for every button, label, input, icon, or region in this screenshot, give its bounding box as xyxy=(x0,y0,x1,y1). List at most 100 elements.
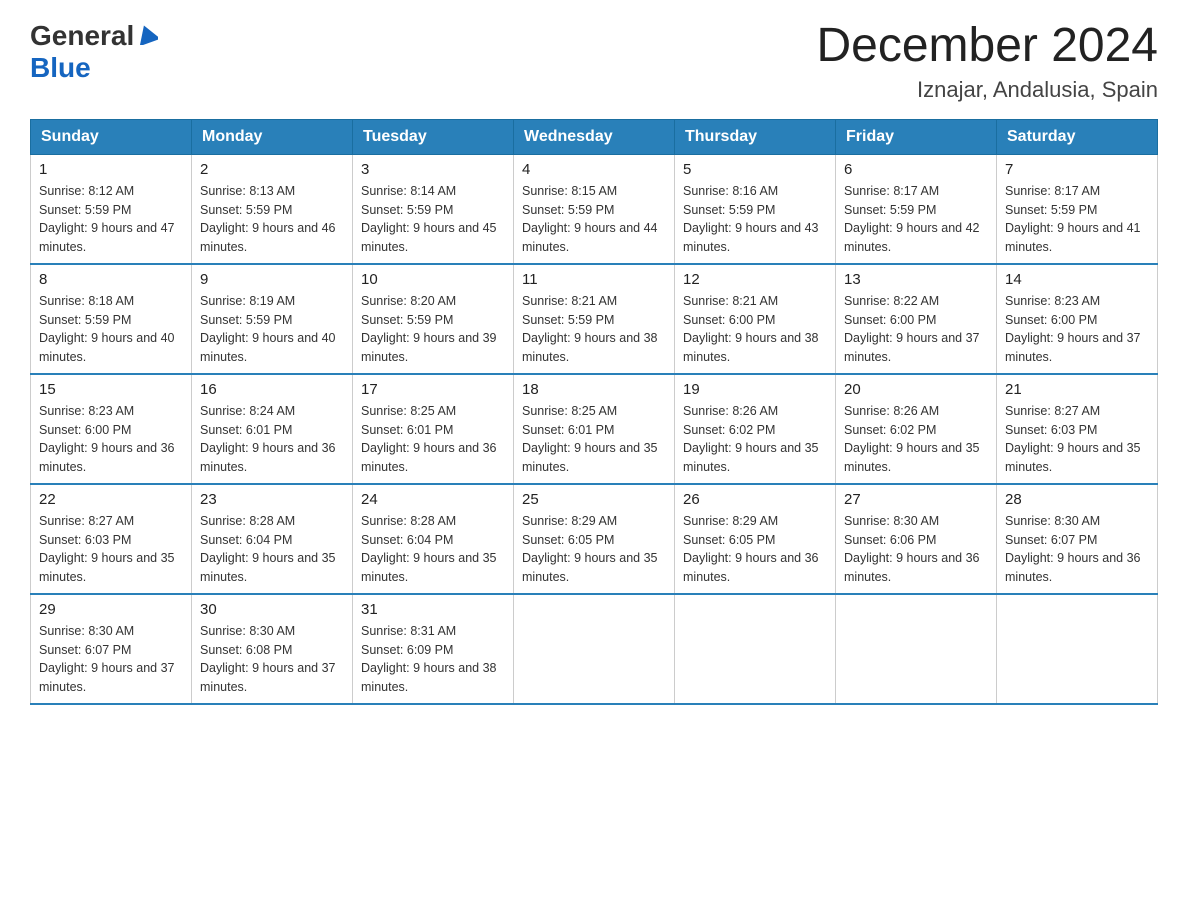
table-row: 23 Sunrise: 8:28 AM Sunset: 6:04 PM Dayl… xyxy=(192,484,353,594)
day-number: 12 xyxy=(683,271,827,288)
table-row: 9 Sunrise: 8:19 AM Sunset: 5:59 PM Dayli… xyxy=(192,264,353,374)
col-saturday: Saturday xyxy=(997,119,1158,154)
day-number: 14 xyxy=(1005,271,1149,288)
table-row xyxy=(836,594,997,704)
table-row: 5 Sunrise: 8:16 AM Sunset: 5:59 PM Dayli… xyxy=(675,154,836,264)
day-number: 29 xyxy=(39,601,183,618)
day-info: Sunrise: 8:13 AM Sunset: 5:59 PM Dayligh… xyxy=(200,182,344,257)
day-number: 19 xyxy=(683,381,827,398)
day-number: 7 xyxy=(1005,161,1149,178)
day-info: Sunrise: 8:27 AM Sunset: 6:03 PM Dayligh… xyxy=(39,512,183,587)
table-row: 8 Sunrise: 8:18 AM Sunset: 5:59 PM Dayli… xyxy=(31,264,192,374)
table-row xyxy=(514,594,675,704)
header-row: Sunday Monday Tuesday Wednesday Thursday… xyxy=(31,119,1158,154)
day-number: 31 xyxy=(361,601,505,618)
day-number: 16 xyxy=(200,381,344,398)
table-row xyxy=(675,594,836,704)
table-row: 4 Sunrise: 8:15 AM Sunset: 5:59 PM Dayli… xyxy=(514,154,675,264)
day-info: Sunrise: 8:28 AM Sunset: 6:04 PM Dayligh… xyxy=(200,512,344,587)
table-row: 19 Sunrise: 8:26 AM Sunset: 6:02 PM Dayl… xyxy=(675,374,836,484)
table-row: 20 Sunrise: 8:26 AM Sunset: 6:02 PM Dayl… xyxy=(836,374,997,484)
day-info: Sunrise: 8:28 AM Sunset: 6:04 PM Dayligh… xyxy=(361,512,505,587)
day-number: 8 xyxy=(39,271,183,288)
day-info: Sunrise: 8:30 AM Sunset: 6:07 PM Dayligh… xyxy=(39,622,183,697)
day-number: 13 xyxy=(844,271,988,288)
month-title: December 2024 xyxy=(816,20,1158,73)
week-row-5: 29 Sunrise: 8:30 AM Sunset: 6:07 PM Dayl… xyxy=(31,594,1158,704)
table-row: 12 Sunrise: 8:21 AM Sunset: 6:00 PM Dayl… xyxy=(675,264,836,374)
day-info: Sunrise: 8:21 AM Sunset: 6:00 PM Dayligh… xyxy=(683,292,827,367)
day-info: Sunrise: 8:12 AM Sunset: 5:59 PM Dayligh… xyxy=(39,182,183,257)
day-info: Sunrise: 8:18 AM Sunset: 5:59 PM Dayligh… xyxy=(39,292,183,367)
table-row: 2 Sunrise: 8:13 AM Sunset: 5:59 PM Dayli… xyxy=(192,154,353,264)
table-row: 13 Sunrise: 8:22 AM Sunset: 6:00 PM Dayl… xyxy=(836,264,997,374)
table-row xyxy=(997,594,1158,704)
table-row: 7 Sunrise: 8:17 AM Sunset: 5:59 PM Dayli… xyxy=(997,154,1158,264)
day-number: 1 xyxy=(39,161,183,178)
day-info: Sunrise: 8:26 AM Sunset: 6:02 PM Dayligh… xyxy=(844,402,988,477)
col-wednesday: Wednesday xyxy=(514,119,675,154)
day-number: 20 xyxy=(844,381,988,398)
logo-arrow-icon xyxy=(136,23,158,45)
col-thursday: Thursday xyxy=(675,119,836,154)
day-number: 2 xyxy=(200,161,344,178)
logo: General Blue xyxy=(30,20,158,84)
day-info: Sunrise: 8:14 AM Sunset: 5:59 PM Dayligh… xyxy=(361,182,505,257)
col-monday: Monday xyxy=(192,119,353,154)
day-info: Sunrise: 8:23 AM Sunset: 6:00 PM Dayligh… xyxy=(1005,292,1149,367)
day-number: 10 xyxy=(361,271,505,288)
day-number: 21 xyxy=(1005,381,1149,398)
day-number: 11 xyxy=(522,271,666,288)
day-info: Sunrise: 8:26 AM Sunset: 6:02 PM Dayligh… xyxy=(683,402,827,477)
week-row-4: 22 Sunrise: 8:27 AM Sunset: 6:03 PM Dayl… xyxy=(31,484,1158,594)
day-number: 30 xyxy=(200,601,344,618)
day-number: 25 xyxy=(522,491,666,508)
header: General Blue December 2024 Iznajar, Anda… xyxy=(30,20,1158,103)
day-number: 6 xyxy=(844,161,988,178)
table-row: 10 Sunrise: 8:20 AM Sunset: 5:59 PM Dayl… xyxy=(353,264,514,374)
table-row: 17 Sunrise: 8:25 AM Sunset: 6:01 PM Dayl… xyxy=(353,374,514,484)
day-info: Sunrise: 8:21 AM Sunset: 5:59 PM Dayligh… xyxy=(522,292,666,367)
table-row: 31 Sunrise: 8:31 AM Sunset: 6:09 PM Dayl… xyxy=(353,594,514,704)
day-info: Sunrise: 8:19 AM Sunset: 5:59 PM Dayligh… xyxy=(200,292,344,367)
week-row-3: 15 Sunrise: 8:23 AM Sunset: 6:00 PM Dayl… xyxy=(31,374,1158,484)
col-friday: Friday xyxy=(836,119,997,154)
logo-general-text: General xyxy=(30,20,134,52)
table-row: 25 Sunrise: 8:29 AM Sunset: 6:05 PM Dayl… xyxy=(514,484,675,594)
table-row: 1 Sunrise: 8:12 AM Sunset: 5:59 PM Dayli… xyxy=(31,154,192,264)
day-info: Sunrise: 8:20 AM Sunset: 5:59 PM Dayligh… xyxy=(361,292,505,367)
col-sunday: Sunday xyxy=(31,119,192,154)
day-number: 18 xyxy=(522,381,666,398)
day-number: 17 xyxy=(361,381,505,398)
day-info: Sunrise: 8:23 AM Sunset: 6:00 PM Dayligh… xyxy=(39,402,183,477)
day-number: 15 xyxy=(39,381,183,398)
day-info: Sunrise: 8:16 AM Sunset: 5:59 PM Dayligh… xyxy=(683,182,827,257)
day-info: Sunrise: 8:17 AM Sunset: 5:59 PM Dayligh… xyxy=(1005,182,1149,257)
table-row: 14 Sunrise: 8:23 AM Sunset: 6:00 PM Dayl… xyxy=(997,264,1158,374)
table-row: 28 Sunrise: 8:30 AM Sunset: 6:07 PM Dayl… xyxy=(997,484,1158,594)
day-number: 23 xyxy=(200,491,344,508)
table-row: 27 Sunrise: 8:30 AM Sunset: 6:06 PM Dayl… xyxy=(836,484,997,594)
logo-blue-text: Blue xyxy=(30,52,91,83)
table-row: 16 Sunrise: 8:24 AM Sunset: 6:01 PM Dayl… xyxy=(192,374,353,484)
day-number: 22 xyxy=(39,491,183,508)
table-row: 30 Sunrise: 8:30 AM Sunset: 6:08 PM Dayl… xyxy=(192,594,353,704)
day-number: 28 xyxy=(1005,491,1149,508)
day-number: 5 xyxy=(683,161,827,178)
table-row: 21 Sunrise: 8:27 AM Sunset: 6:03 PM Dayl… xyxy=(997,374,1158,484)
table-row: 15 Sunrise: 8:23 AM Sunset: 6:00 PM Dayl… xyxy=(31,374,192,484)
table-row: 26 Sunrise: 8:29 AM Sunset: 6:05 PM Dayl… xyxy=(675,484,836,594)
day-number: 3 xyxy=(361,161,505,178)
day-info: Sunrise: 8:29 AM Sunset: 6:05 PM Dayligh… xyxy=(522,512,666,587)
week-row-1: 1 Sunrise: 8:12 AM Sunset: 5:59 PM Dayli… xyxy=(31,154,1158,264)
day-info: Sunrise: 8:15 AM Sunset: 5:59 PM Dayligh… xyxy=(522,182,666,257)
day-number: 9 xyxy=(200,271,344,288)
table-row: 29 Sunrise: 8:30 AM Sunset: 6:07 PM Dayl… xyxy=(31,594,192,704)
day-info: Sunrise: 8:22 AM Sunset: 6:00 PM Dayligh… xyxy=(844,292,988,367)
day-info: Sunrise: 8:25 AM Sunset: 6:01 PM Dayligh… xyxy=(522,402,666,477)
day-info: Sunrise: 8:17 AM Sunset: 5:59 PM Dayligh… xyxy=(844,182,988,257)
table-row: 18 Sunrise: 8:25 AM Sunset: 6:01 PM Dayl… xyxy=(514,374,675,484)
day-number: 27 xyxy=(844,491,988,508)
week-row-2: 8 Sunrise: 8:18 AM Sunset: 5:59 PM Dayli… xyxy=(31,264,1158,374)
col-tuesday: Tuesday xyxy=(353,119,514,154)
